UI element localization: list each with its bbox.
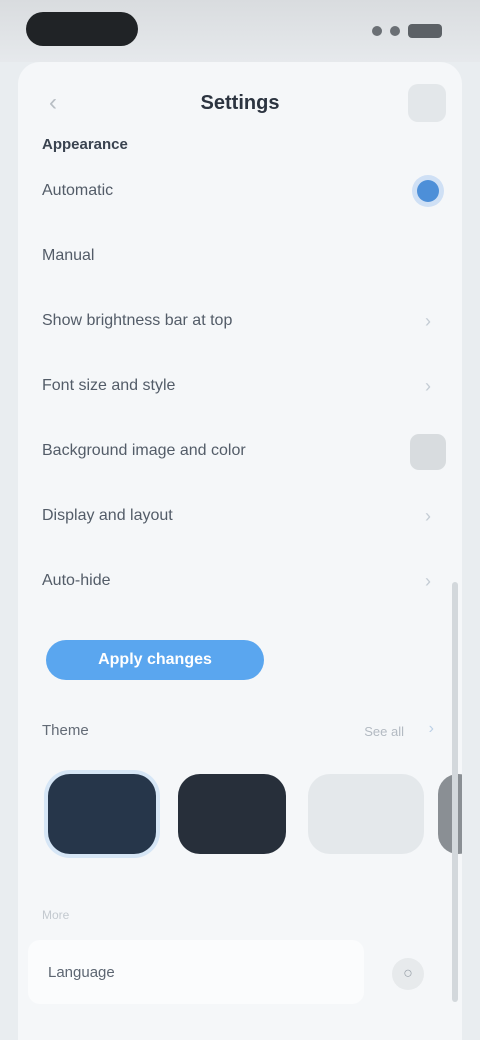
chevron-right-icon: ›: [425, 570, 431, 591]
globe-icon[interactable]: ○: [392, 958, 424, 990]
menu-icon[interactable]: [408, 84, 446, 122]
setting-row[interactable]: Auto-hide ›: [18, 548, 462, 613]
setting-row[interactable]: Font size and style ›: [18, 353, 462, 418]
setting-label: Manual: [42, 247, 95, 264]
theme-header: Theme See all ›: [42, 718, 442, 744]
chevron-right-icon: ›: [425, 375, 431, 396]
see-all-link[interactable]: See all: [364, 724, 404, 739]
setting-label: Auto-hide: [42, 572, 111, 589]
signal-icon: [372, 26, 382, 36]
header: ‹ Settings: [18, 62, 462, 140]
settings-sheet: ‹ Settings Appearance Automatic Manual Sho…: [18, 62, 462, 1040]
setting-label: Display and layout: [42, 507, 173, 524]
setting-label: Show brightness bar at top: [42, 312, 233, 329]
theme-swatch-charcoal[interactable]: [178, 774, 286, 854]
status-time-pill: [26, 12, 138, 46]
setting-label: Automatic: [42, 182, 114, 199]
setting-row[interactable]: Show brightness bar at top ›: [18, 288, 462, 353]
setting-row[interactable]: Manual: [18, 223, 462, 288]
scrollbar[interactable]: [452, 582, 458, 1002]
section-title: Appearance: [42, 136, 128, 153]
wifi-icon: [390, 26, 400, 36]
radio-dot: [417, 180, 439, 202]
setting-row[interactable]: Background image and color: [18, 418, 462, 483]
radio-selected-icon[interactable]: [416, 179, 440, 203]
language-row[interactable]: Language: [28, 940, 364, 1004]
page-title: Settings: [200, 92, 280, 114]
setting-label: Font size and style: [42, 377, 176, 394]
section-footnote: More: [42, 908, 70, 922]
chevron-right-icon[interactable]: ›: [429, 720, 434, 738]
status-bar: [0, 0, 480, 62]
theme-swatch-light[interactable]: [308, 774, 424, 854]
status-icons: [360, 22, 442, 40]
theme-swatches: [18, 768, 462, 868]
chevron-right-icon: ›: [425, 505, 431, 526]
language-label: Language: [48, 964, 115, 981]
setting-row[interactable]: Automatic: [18, 158, 462, 223]
color-preview-icon[interactable]: [410, 434, 446, 470]
setting-row[interactable]: Display and layout ›: [18, 483, 462, 548]
setting-label: Background image and color: [42, 442, 246, 459]
apply-button[interactable]: Apply changes: [46, 640, 264, 680]
battery-icon: [408, 24, 442, 38]
settings-list: Automatic Manual Show brightness bar at to…: [18, 158, 462, 613]
theme-label: Theme: [42, 722, 89, 739]
theme-swatch-gray[interactable]: [438, 774, 462, 854]
chevron-right-icon: ›: [425, 310, 431, 331]
theme-swatch-navy[interactable]: [48, 774, 156, 854]
